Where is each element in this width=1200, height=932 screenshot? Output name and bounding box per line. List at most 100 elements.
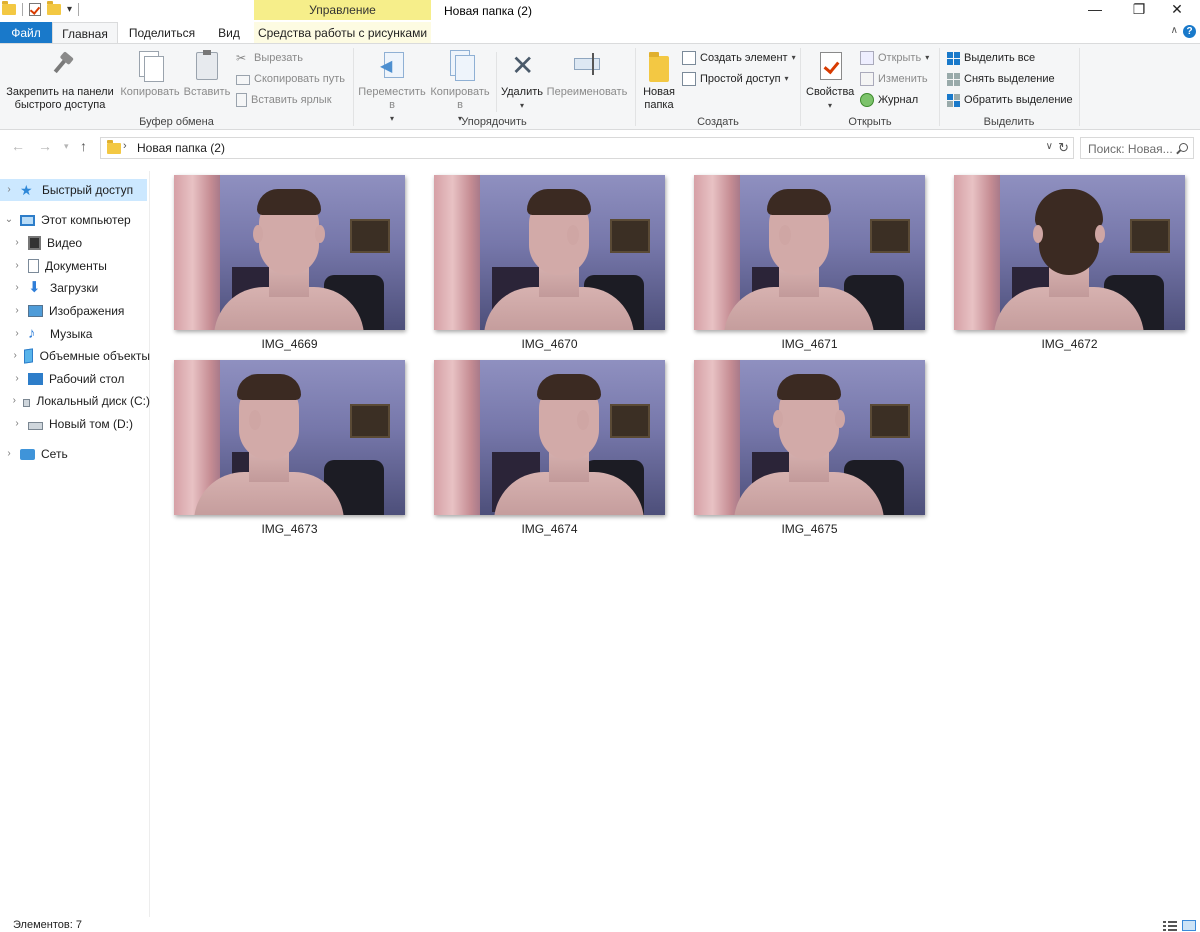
image-thumbnail[interactable] bbox=[174, 360, 405, 515]
separator bbox=[78, 3, 80, 16]
nav-item-documents[interactable]: › Документы bbox=[0, 255, 150, 277]
back-icon[interactable]: ← bbox=[11, 138, 25, 154]
tab-picture-tools[interactable]: Средства работы с рисунками bbox=[254, 22, 431, 44]
nav-item-3d-objects[interactable]: › Объемные объекты bbox=[0, 345, 150, 367]
nav-item-this-pc[interactable]: ⌄ Этот компьютер bbox=[0, 209, 150, 231]
expand-chevron-icon[interactable]: › bbox=[12, 368, 22, 390]
image-thumbnail[interactable] bbox=[694, 360, 925, 515]
file-name[interactable]: IMG_4672 bbox=[954, 337, 1185, 351]
image-thumbnail[interactable] bbox=[694, 175, 925, 330]
help-icon[interactable]: ? bbox=[1183, 25, 1196, 38]
pin-quick-access-button[interactable]: Закрепить на панели быстрого доступа bbox=[4, 48, 116, 112]
file-item[interactable]: IMG_4674 bbox=[434, 360, 665, 540]
search-input[interactable]: Поиск: Новая... bbox=[1080, 137, 1194, 159]
tab-home[interactable]: Главная bbox=[52, 22, 118, 44]
file-item[interactable]: IMG_4670 bbox=[434, 175, 665, 355]
file-item[interactable]: IMG_4671 bbox=[694, 175, 925, 355]
dropdown-icon: ▾ bbox=[784, 74, 789, 83]
copy-to-button[interactable]: Копировать в ▾ bbox=[428, 48, 492, 125]
breadcrumb-current[interactable]: Новая папка (2) bbox=[137, 141, 225, 155]
address-bar[interactable]: › Новая папка (2) ∨ ↻ bbox=[100, 137, 1074, 159]
expand-chevron-icon[interactable]: › bbox=[12, 323, 22, 345]
address-history-dropdown-icon[interactable]: ∨ bbox=[1046, 141, 1053, 152]
file-name[interactable]: IMG_4674 bbox=[434, 522, 665, 536]
expand-chevron-icon[interactable]: › bbox=[12, 255, 22, 277]
expand-chevron-icon[interactable]: › bbox=[4, 443, 14, 465]
file-item[interactable]: IMG_4675 bbox=[694, 360, 925, 540]
minimize-button[interactable]: — bbox=[1072, 0, 1118, 20]
expand-chevron-icon[interactable]: › bbox=[12, 232, 22, 254]
select-all-icon bbox=[947, 51, 960, 65]
file-item[interactable]: IMG_4673 bbox=[174, 360, 405, 540]
video-icon bbox=[28, 236, 41, 250]
file-name[interactable]: IMG_4669 bbox=[174, 337, 405, 351]
paste-button[interactable]: Вставить bbox=[182, 48, 232, 99]
forward-icon[interactable]: → bbox=[38, 138, 52, 154]
nav-label: Изображения bbox=[49, 304, 125, 318]
properties-icon[interactable] bbox=[29, 3, 41, 16]
cut-button[interactable]: ✂ Вырезать bbox=[236, 49, 303, 67]
new-folder-icon[interactable] bbox=[47, 1, 61, 15]
copy-button[interactable]: Копировать bbox=[118, 48, 182, 99]
collapse-ribbon-icon[interactable]: ∧ bbox=[1171, 25, 1178, 36]
file-name[interactable]: IMG_4671 bbox=[694, 337, 925, 351]
paste-shortcut-button[interactable]: Вставить ярлык bbox=[236, 91, 332, 109]
invert-selection-button[interactable]: Обратить выделение bbox=[947, 91, 1073, 109]
collapse-chevron-icon[interactable]: ⌄ bbox=[4, 209, 14, 231]
tab-file[interactable]: Файл bbox=[0, 22, 52, 44]
file-item[interactable]: IMG_4669 bbox=[174, 175, 405, 355]
nav-item-pictures[interactable]: › Изображения bbox=[0, 300, 150, 322]
open-button[interactable]: Открыть ▾ bbox=[860, 49, 929, 67]
group-separator bbox=[635, 48, 636, 126]
tab-share[interactable]: Поделиться bbox=[118, 22, 206, 44]
breadcrumb-chevron-icon[interactable]: › bbox=[123, 140, 127, 152]
history-button[interactable]: Журнал bbox=[860, 91, 918, 109]
search-icon[interactable] bbox=[1179, 143, 1188, 152]
file-name[interactable]: IMG_4673 bbox=[174, 522, 405, 536]
image-thumbnail[interactable] bbox=[434, 360, 665, 515]
image-thumbnail[interactable] bbox=[434, 175, 665, 330]
dropdown-icon: ▾ bbox=[925, 53, 930, 62]
large-icons-view-icon[interactable] bbox=[1182, 920, 1196, 931]
customize-toolbar-dropdown-icon[interactable]: ▾ bbox=[67, 4, 72, 15]
recent-locations-icon[interactable]: ▾ bbox=[64, 141, 69, 152]
file-item[interactable]: IMG_4672 bbox=[954, 175, 1185, 355]
file-name[interactable]: IMG_4670 bbox=[434, 337, 665, 351]
nav-item-music[interactable]: › ♪ Музыка bbox=[0, 323, 150, 345]
file-name[interactable]: IMG_4675 bbox=[694, 522, 925, 536]
tab-view[interactable]: Вид bbox=[206, 22, 252, 44]
select-all-button[interactable]: Выделить все bbox=[947, 49, 1035, 67]
expand-chevron-icon[interactable]: › bbox=[12, 345, 18, 367]
up-icon[interactable]: ↑ bbox=[80, 138, 87, 154]
expand-chevron-icon[interactable]: › bbox=[4, 179, 14, 201]
expand-chevron-icon[interactable]: › bbox=[12, 300, 22, 322]
expand-chevron-icon[interactable]: › bbox=[12, 390, 17, 412]
properties-button[interactable]: Свойства ▾ bbox=[806, 48, 854, 112]
copy-path-button[interactable]: Скопировать путь bbox=[236, 70, 345, 88]
nav-item-network[interactable]: › Сеть bbox=[0, 443, 150, 465]
dropdown-icon: ▾ bbox=[827, 101, 832, 110]
select-none-button[interactable]: Снять выделение bbox=[947, 70, 1055, 88]
properties-label: Свойства bbox=[806, 86, 855, 98]
expand-chevron-icon[interactable]: › bbox=[12, 413, 22, 435]
refresh-icon[interactable]: ↻ bbox=[1058, 140, 1069, 156]
image-thumbnail[interactable] bbox=[174, 175, 405, 330]
edit-button[interactable]: Изменить bbox=[860, 70, 928, 88]
close-button[interactable]: ✕ bbox=[1154, 0, 1200, 20]
easy-access-button[interactable]: Простой доступ ▾ bbox=[682, 70, 789, 88]
move-to-button[interactable]: ◀ Переместить в ▾ bbox=[358, 48, 426, 125]
nav-item-desktop[interactable]: › Рабочий стол bbox=[0, 368, 150, 390]
rename-button[interactable]: Переименовать bbox=[544, 48, 630, 99]
nav-item-new-volume-d[interactable]: › Новый том (D:) bbox=[0, 413, 150, 435]
delete-button[interactable]: ✕ Удалить ▾ bbox=[500, 48, 544, 112]
new-folder-button[interactable]: Новая папка bbox=[640, 48, 678, 112]
image-thumbnail[interactable] bbox=[954, 175, 1185, 330]
nav-item-quick-access[interactable]: › ★ Быстрый доступ bbox=[0, 179, 147, 201]
new-item-button[interactable]: Создать элемент ▾ bbox=[682, 49, 796, 67]
cut-label: Вырезать bbox=[254, 52, 303, 64]
nav-item-downloads[interactable]: › ⬇ Загрузки bbox=[0, 277, 150, 299]
nav-item-videos[interactable]: › Видео bbox=[0, 232, 150, 254]
expand-chevron-icon[interactable]: › bbox=[12, 277, 22, 299]
details-view-icon[interactable] bbox=[1163, 920, 1177, 931]
nav-item-local-disk-c[interactable]: › Локальный диск (C:) bbox=[0, 390, 150, 412]
